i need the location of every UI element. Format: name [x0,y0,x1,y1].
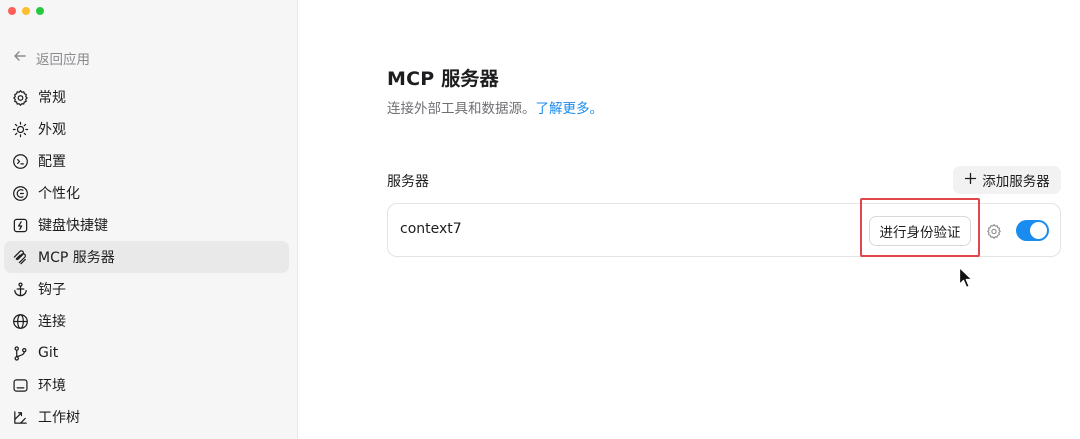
sidebar-item-keyboard-shortcuts[interactable]: 键盘快捷键 [4,209,289,241]
sidebar-item-label: 外观 [38,122,66,138]
sidebar-item-label: 个性化 [38,186,80,202]
sidebar-item-label: 连接 [38,314,66,330]
sidebar: 返回应用 常规 外观 配置 个性化 键盘快捷键 MCP 服务器 钩子 连接 Gi… [0,0,298,439]
servers-section-label: 服务器 [387,174,429,190]
sidebar-item-connections[interactable]: 连接 [4,305,289,337]
sidebar-item-label: 常规 [38,90,66,106]
subtitle-text: 连接外部工具和数据源。 [387,101,536,117]
keyboard-icon [12,217,29,234]
add-server-button[interactable]: 添加服务器 [953,166,1061,194]
sidebar-item-appearance[interactable]: 外观 [4,113,289,145]
sun-icon [12,121,29,138]
main-panel: MCP 服务器 连接外部工具和数据源。了解更多。 服务器 添加服务器 conte… [298,0,1080,439]
globe-icon [12,313,29,330]
server-settings-gear-icon[interactable] [986,223,1002,239]
sidebar-item-label: 环境 [38,378,66,394]
sidebar-item-label: 工作树 [38,410,80,426]
back-to-app-link[interactable]: 返回应用 [12,46,90,70]
sidebar-item-label: MCP 服务器 [38,250,115,266]
toggle-knob [1030,222,1047,239]
back-label: 返回应用 [36,52,90,68]
sidebar-item-general[interactable]: 常规 [4,81,289,113]
gear-icon [12,89,29,106]
arrow-left-icon [12,48,28,68]
environment-icon [12,377,29,394]
server-enabled-toggle[interactable] [1016,220,1049,241]
terminal-icon [12,153,29,170]
settings-nav: 常规 外观 配置 个性化 键盘快捷键 MCP 服务器 钩子 连接 Git 环境 … [4,81,289,433]
sidebar-item-worktree[interactable]: 工作树 [4,401,289,433]
sidebar-item-hooks[interactable]: 钩子 [4,273,289,305]
mouse-pointer-icon [958,266,973,289]
learn-more-link[interactable]: 了解更多。 [536,101,604,117]
add-server-label: 添加服务器 [982,174,1050,190]
close-window-button[interactable] [8,7,16,15]
sidebar-item-label: Git [38,345,59,361]
plus-icon [964,172,977,189]
mcp-icon [12,249,29,266]
zoom-window-button[interactable] [36,7,44,15]
window-controls [8,7,44,15]
git-branch-icon [12,345,29,362]
sidebar-item-environment[interactable]: 环境 [4,369,289,401]
sidebar-item-personalization[interactable]: 个性化 [4,177,289,209]
sidebar-item-label: 钩子 [38,282,66,298]
server-name: context7 [400,221,462,237]
sidebar-item-label: 配置 [38,154,66,170]
page-title: MCP 服务器 [387,68,499,90]
settings-window: 返回应用 常规 外观 配置 个性化 键盘快捷键 MCP 服务器 钩子 连接 Gi… [0,0,1080,439]
anchor-icon [12,281,29,298]
sidebar-item-mcp-servers[interactable]: MCP 服务器 [4,241,289,273]
server-row-context7: context7 进行身份验证 [387,198,1061,257]
authenticate-button[interactable]: 进行身份验证 [869,216,971,246]
personalize-icon [12,185,29,202]
sidebar-item-git[interactable]: Git [4,337,289,369]
worktree-icon [12,409,29,426]
sidebar-item-config[interactable]: 配置 [4,145,289,177]
minimize-window-button[interactable] [22,7,30,15]
sidebar-item-label: 键盘快捷键 [38,218,108,234]
page-subtitle: 连接外部工具和数据源。了解更多。 [387,97,603,117]
